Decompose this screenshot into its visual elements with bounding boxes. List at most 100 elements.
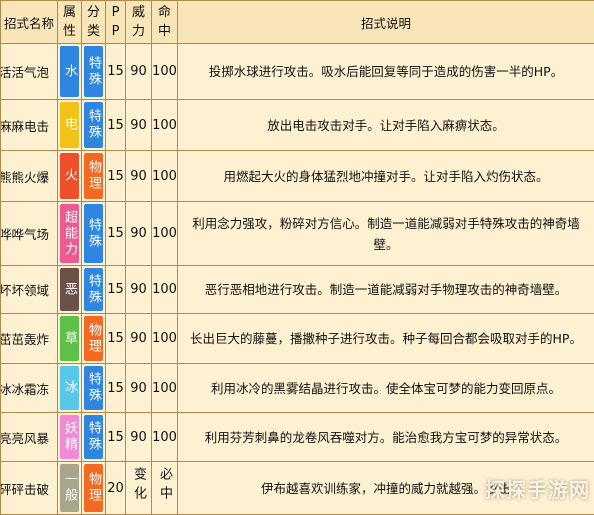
move-name: 哗哗气场 (1, 202, 58, 266)
move-type-cell: 水 (58, 44, 82, 100)
move-power-value: 90 (130, 118, 147, 133)
move-type-cell: 超能力 (58, 202, 82, 266)
move-power: 90 (126, 100, 152, 151)
move-pp-value: 15 (107, 381, 124, 396)
move-type-cell: 恶 (58, 266, 82, 314)
move-accuracy: 100 (152, 151, 178, 202)
move-accuracy-value: 100 (152, 64, 177, 79)
move-power: 90 (126, 202, 152, 266)
category-badge: 物理 (84, 153, 103, 199)
move-power: 90 (126, 44, 152, 100)
move-description: 利用芬芳刺鼻的龙卷风吞噬对方。能治愈我方宝可梦的异常状态。 (178, 413, 594, 462)
move-category-cell: 物理 (82, 462, 106, 515)
move-pp: 20 (106, 462, 126, 515)
move-accuracy-value: 100 (152, 169, 177, 184)
move-category-cell: 特殊 (82, 202, 106, 266)
move-type-cell: 妖精 (58, 413, 82, 462)
type-badge: 恶 (60, 268, 79, 311)
move-accuracy-value: 100 (152, 331, 177, 346)
move-pp: 15 (106, 364, 126, 413)
move-pp-value: 15 (107, 430, 124, 445)
move-pp: 15 (106, 202, 126, 266)
move-pp-value: 20 (107, 481, 124, 496)
header-name: 招式名称 (1, 1, 58, 44)
move-accuracy-value: 100 (152, 226, 177, 241)
move-pp: 15 (106, 413, 126, 462)
move-name: 活活气泡 (1, 44, 58, 100)
move-power: 90 (126, 413, 152, 462)
move-pp: 15 (106, 266, 126, 314)
header-pp: PP (106, 1, 126, 44)
header-accuracy: 命中 (152, 1, 178, 44)
move-power: 变化 (126, 462, 152, 515)
type-badge: 电 (60, 102, 79, 148)
move-name: 冰冰霜冻 (1, 364, 58, 413)
table-row: 熊熊火爆火物理1590100用燃起大火的身体猛烈地冲撞对手。让对手陷入灼伤状态。 (1, 151, 594, 202)
move-pp-value: 15 (107, 331, 124, 346)
move-accuracy: 100 (152, 44, 178, 100)
category-badge: 特殊 (84, 415, 103, 459)
type-badge: 火 (60, 153, 79, 199)
move-power-value: 90 (130, 430, 147, 445)
move-accuracy: 100 (152, 266, 178, 314)
table-row: 亮亮风暴妖精特殊 15 90 100利用芬芳刺鼻的龙卷风吞噬对方。能治愈我方宝可梦的异… (1, 413, 594, 462)
move-power-value: 90 (130, 64, 147, 79)
move-name: 麻麻电击 (1, 100, 58, 151)
move-name: 茁茁轰炸 (1, 314, 58, 364)
move-type-cell: 火 (58, 151, 82, 202)
move-category-cell: 特殊 (82, 266, 106, 314)
category-badge: 特殊 (84, 366, 103, 410)
category-badge: 特殊 (84, 204, 103, 263)
move-accuracy: 100 (152, 314, 178, 364)
move-category-cell: 物理 (82, 314, 106, 364)
move-accuracy: 100 (152, 100, 178, 151)
move-accuracy-value: 100 (152, 118, 177, 133)
watermark: 探探手游网 (485, 474, 590, 503)
move-accuracy-value: 必中 (155, 467, 174, 505)
move-description: 利用冰冷的黑雾结晶进行攻击。使全体宝可梦的能力变回原点。 (178, 364, 594, 413)
move-accuracy: 100 (152, 413, 178, 462)
type-badge: 妖精 (60, 415, 79, 459)
move-power-value: 90 (130, 331, 147, 346)
move-type-cell: 一般 (58, 462, 82, 515)
move-power-value: 变化 (129, 467, 148, 505)
move-accuracy-value: 100 (152, 430, 177, 445)
move-power: 90 (126, 151, 152, 202)
category-badge: 特殊 (84, 268, 103, 311)
move-pp-value: 15 (107, 169, 124, 184)
move-name: 坏坏领域 (1, 266, 58, 314)
move-pp-value: 15 (107, 118, 124, 133)
move-power: 90 (126, 364, 152, 413)
move-power-value: 90 (130, 381, 147, 396)
header-description: 招式说明 (178, 1, 594, 44)
move-type-cell: 电 (58, 100, 82, 151)
type-badge: 水 (60, 46, 79, 97)
move-category-cell: 特殊 (82, 44, 106, 100)
move-pp-value: 15 (107, 64, 124, 79)
move-name: 熊熊火爆 (1, 151, 58, 202)
category-badge: 特殊 (84, 102, 103, 148)
move-accuracy: 100 (152, 202, 178, 266)
move-pp: 15 (106, 314, 126, 364)
category-badge: 特殊 (84, 46, 103, 97)
move-power-value: 90 (130, 226, 147, 241)
move-accuracy: 100 (152, 364, 178, 413)
move-pp: 15 (106, 151, 126, 202)
move-description: 长出巨大的藤蔓，播撒种子进行攻击。种子每回合都会吸取对手的HP。 (178, 314, 594, 364)
category-badge: 物理 (84, 316, 103, 361)
table-row: 麻麻电击电特殊1590100放出电击攻击对手。让对手陷入麻痹状态。 (1, 100, 594, 151)
move-pp-value: 15 (107, 226, 124, 241)
move-name: 亮亮风暴 (1, 413, 58, 462)
header-power: 威力 (126, 1, 152, 44)
table-row: 坏坏领域恶特殊1590100恶行恶相地进行攻击。制造一道能减弱对手物理攻击的神奇… (1, 266, 594, 314)
move-pp-value: 15 (107, 282, 124, 297)
move-category-cell: 特殊 (82, 100, 106, 151)
move-description: 利用念力强攻，粉碎对方信心。制造一道能减弱对手特殊攻击的神奇墙壁。 (178, 202, 594, 266)
move-type-cell: 草 (58, 314, 82, 364)
move-accuracy: 必中 (152, 462, 178, 515)
move-description: 恶行恶相地进行攻击。制造一道能减弱对手物理攻击的神奇墙壁。 (178, 266, 594, 314)
table-header-row: 招式名称 属性 分类 PP 威力 命中 招式说明 (1, 1, 594, 44)
header-category: 分类 (82, 1, 106, 44)
move-name: 砰砰击破 (1, 462, 58, 515)
move-category-cell: 特殊 (82, 413, 106, 462)
